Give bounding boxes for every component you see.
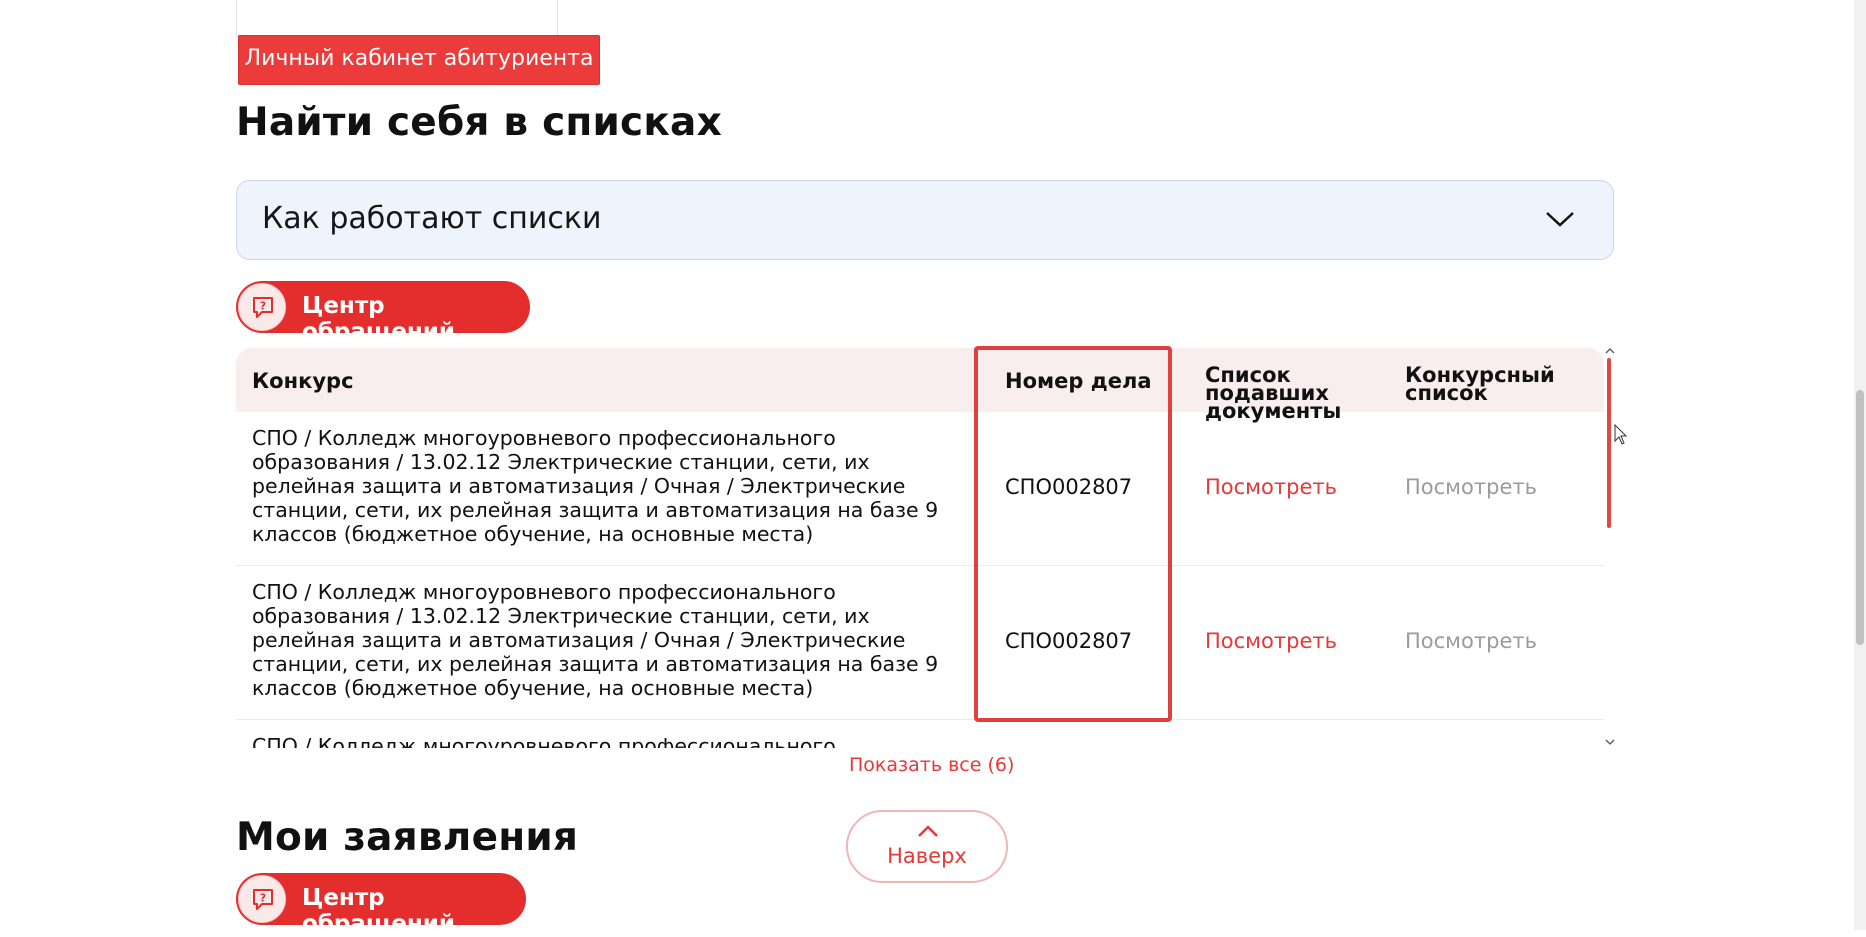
back-to-top-label: Наверх [887, 844, 967, 868]
view-submitted-link[interactable]: Посмотреть [1205, 629, 1337, 653]
svg-text:?: ? [260, 300, 266, 313]
appeal-center-label: Центр обращений [302, 885, 455, 937]
table-row: СПО / Колледж многоуровневого профессион… [236, 412, 1604, 566]
chevron-up-icon [918, 825, 938, 837]
lists-table: Конкурс Номер дела Список подавших докум… [236, 348, 1606, 748]
view-competitive-link[interactable]: Посмотреть [1405, 629, 1537, 653]
applications-title: Мои заявления [236, 815, 579, 860]
header-competition: Конкурс [252, 369, 354, 393]
mouse-cursor-icon [1614, 424, 1628, 445]
back-to-top-button[interactable]: Наверх [846, 810, 1008, 883]
table-scrollbar[interactable] [1604, 348, 1616, 750]
chevron-down-icon [1546, 212, 1574, 227]
table-row: СПО / Колледж многоуровневого профессион… [236, 720, 1604, 748]
page-scrollbar[interactable] [1854, 0, 1866, 930]
svg-text:?: ? [260, 892, 266, 905]
section-title: Найти себя в списках [236, 100, 722, 145]
view-competitive-link[interactable]: Посмотреть [1405, 475, 1537, 499]
show-all-link[interactable]: Показать все (6) [849, 754, 1014, 776]
accordion-title: Как работают списки [262, 201, 602, 236]
top-card [236, 0, 558, 37]
question-chat-icon: ? [238, 283, 286, 331]
appeal-center-button[interactable]: ? Центр обращений [236, 281, 530, 345]
scroll-down-icon[interactable] [1605, 739, 1615, 745]
header-competitive-list: Конкурсный список [1405, 363, 1555, 405]
competition-cell: СПО / Колледж многоуровневого профессион… [252, 426, 939, 546]
table-row: СПО / Колледж многоуровневого профессион… [236, 566, 1604, 720]
applicant-cabinet-button[interactable]: Личный кабинет абитуриента [238, 35, 600, 85]
page-scroll-thumb[interactable] [1856, 390, 1864, 645]
case-number-highlight [974, 346, 1172, 722]
how-lists-work-accordion[interactable]: Как работают списки [236, 180, 1614, 260]
appeal-center-button-2[interactable]: ? Центр обращений [236, 873, 526, 937]
table-scroll-thumb[interactable] [1607, 358, 1611, 528]
question-chat-icon: ? [238, 875, 286, 923]
view-submitted-link[interactable]: Посмотреть [1205, 475, 1337, 499]
competition-cell: СПО / Колледж многоуровневого профессион… [252, 734, 836, 748]
competition-cell: СПО / Колледж многоуровневого профессион… [252, 580, 939, 700]
table-header: Конкурс Номер дела Список подавших докум… [236, 348, 1604, 422]
scroll-up-icon[interactable] [1605, 348, 1615, 354]
appeal-center-label: Центр обращений [302, 293, 455, 345]
